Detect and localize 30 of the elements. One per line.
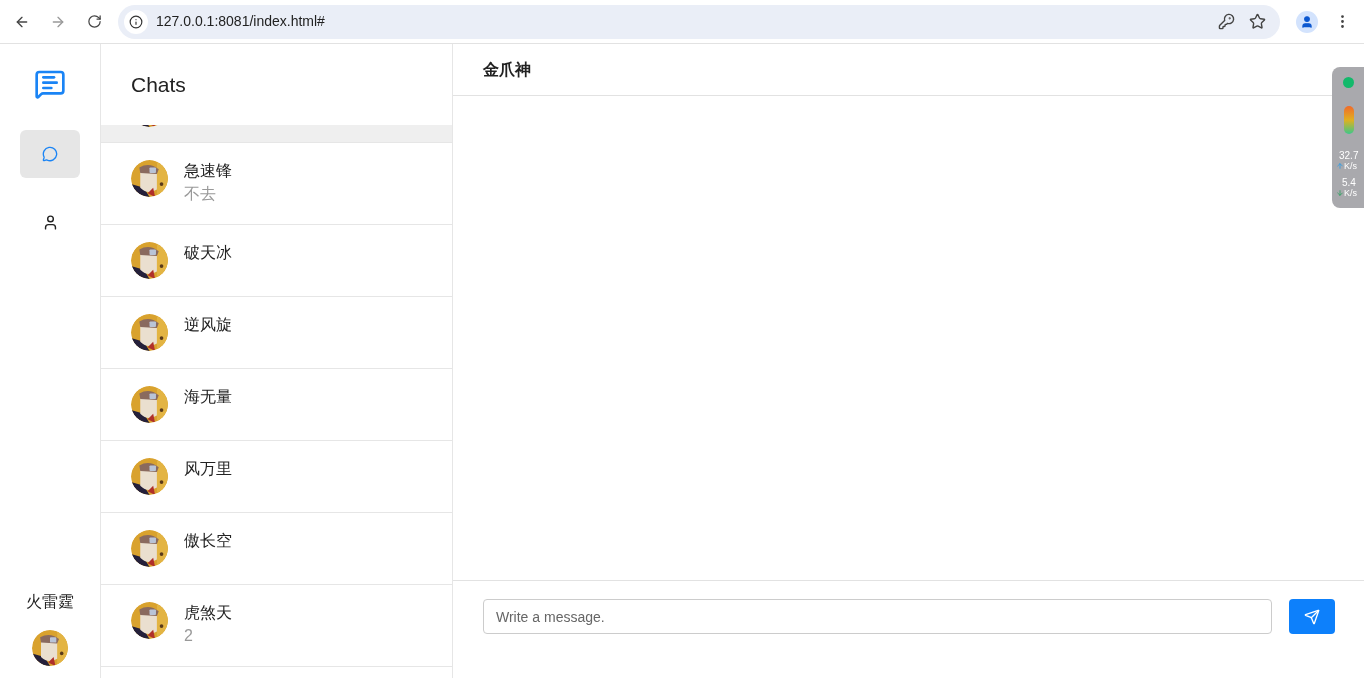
star-icon[interactable]	[1249, 13, 1266, 30]
user-name: 火雷霆	[26, 592, 74, 612]
key-icon[interactable]	[1218, 13, 1235, 30]
message-preview: 2	[184, 626, 194, 646]
download-unit: K/s	[1344, 188, 1357, 198]
down-arrow-icon	[1336, 189, 1344, 197]
address-bar[interactable]: 127.0.0.1:8081/index.html#	[118, 4, 1280, 39]
message-preview: 不去	[184, 184, 217, 204]
contact-name: 海无量	[184, 387, 232, 407]
contact-name: 虎煞天	[184, 603, 232, 623]
profile-icon[interactable]	[1296, 10, 1318, 33]
contact-name: 破天冰	[184, 243, 232, 263]
upload-speed: 32.7	[1339, 150, 1359, 161]
chats-title: Chats	[131, 71, 186, 98]
message-input[interactable]: Write a message.	[483, 599, 1272, 634]
contact-name: 逆风旋	[184, 315, 232, 335]
download-speed: 5.4	[1342, 177, 1356, 188]
site-info-icon[interactable]	[124, 9, 148, 34]
contact-name: 傲长空	[184, 531, 232, 551]
meter-bar-icon	[1344, 106, 1354, 134]
send-icon	[1304, 608, 1320, 625]
conversation-title: 金爪神	[483, 59, 531, 80]
contact-name: 风万里	[184, 459, 232, 479]
upload-unit: K/s	[1344, 161, 1357, 171]
contact-name: 急速锋	[184, 161, 232, 181]
url-text: 127.0.0.1:8081/index.html#	[156, 12, 325, 31]
up-arrow-icon	[1336, 162, 1344, 170]
app-logo-icon	[34, 68, 66, 100]
send-button[interactable]	[1289, 599, 1335, 634]
chat-bubble-icon	[42, 146, 58, 162]
